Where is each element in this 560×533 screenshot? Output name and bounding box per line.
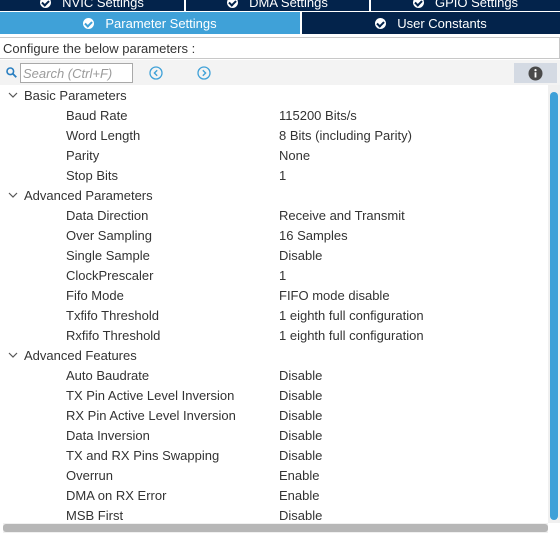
parameter-tree: Basic Parameters Baud Rate 115200 Bits/s…	[0, 85, 548, 525]
top-tab-bar: NVIC Settings DMA Settings GPIO Settings	[0, 0, 560, 11]
param-row-over-sampling[interactable]: Over Sampling 16 Samples	[0, 225, 548, 245]
param-name: Txfifo Threshold	[66, 307, 159, 323]
param-row-data-inversion[interactable]: Data Inversion Disable	[0, 425, 548, 445]
param-name: Stop Bits	[66, 167, 119, 183]
vertical-scroll-thumb[interactable]	[550, 92, 558, 520]
check-circle-icon	[40, 0, 52, 8]
check-circle-icon	[83, 17, 95, 29]
param-name: Word Length	[66, 127, 141, 143]
param-row-fifo-mode[interactable]: Fifo Mode FIFO mode disable	[0, 285, 548, 305]
tab-dma-settings[interactable]: DMA Settings	[186, 0, 371, 11]
param-value[interactable]: Enable	[279, 468, 319, 483]
param-value[interactable]: 1	[279, 168, 286, 183]
param-value[interactable]: Disable	[279, 428, 322, 443]
param-name: DMA on RX Error	[66, 487, 167, 503]
param-name: Overrun	[66, 467, 113, 483]
tab-label: Parameter Settings	[105, 15, 217, 31]
param-row-baud-rate[interactable]: Baud Rate 115200 Bits/s	[0, 105, 548, 125]
check-circle-icon	[412, 0, 424, 8]
param-value[interactable]: 1	[279, 268, 286, 283]
tab-user-constants[interactable]: User Constants	[302, 12, 560, 34]
param-row-single-sample[interactable]: Single Sample Disable	[0, 245, 548, 265]
tab-parameter-settings[interactable]: Parameter Settings	[0, 12, 302, 34]
group-advanced-features[interactable]: Advanced Features	[0, 345, 548, 365]
param-name: Baud Rate	[66, 107, 128, 123]
vertical-scrollbar[interactable]	[548, 85, 560, 523]
tab-label: DMA Settings	[249, 0, 328, 10]
search-input[interactable]	[20, 63, 133, 83]
param-value[interactable]: Disable	[279, 248, 322, 263]
param-value[interactable]: 115200 Bits/s	[279, 108, 357, 123]
param-name: Single Sample	[66, 247, 150, 263]
param-name: Fifo Mode	[66, 287, 124, 303]
param-row-auto-baudrate[interactable]: Auto Baudrate Disable	[0, 365, 548, 385]
horizontal-scrollbar[interactable]	[3, 523, 548, 533]
param-name: Auto Baudrate	[66, 367, 150, 383]
param-row-overrun[interactable]: Overrun Enable	[0, 465, 548, 485]
param-name: Data Direction	[66, 207, 149, 223]
param-value[interactable]: Disable	[279, 388, 322, 403]
tab-gpio-settings[interactable]: GPIO Settings	[371, 0, 560, 11]
param-name: Parity	[66, 147, 100, 163]
info-icon	[528, 66, 543, 80]
info-button[interactable]	[514, 63, 557, 83]
param-value[interactable]: Disable	[279, 408, 322, 423]
param-value[interactable]: None	[279, 148, 310, 163]
tab-nvic-settings[interactable]: NVIC Settings	[0, 0, 186, 11]
group-title: Advanced Features	[24, 347, 137, 363]
chevron-down-icon[interactable]	[8, 350, 18, 360]
param-name: Data Inversion	[66, 427, 150, 443]
group-title: Advanced Parameters	[24, 187, 153, 203]
param-row-parity[interactable]: Parity None	[0, 145, 548, 165]
chevron-left-circle-icon[interactable]	[149, 66, 163, 80]
param-name: TX Pin Active Level Inversion	[66, 387, 235, 403]
param-value[interactable]: Disable	[279, 508, 322, 523]
param-name: Over Sampling	[66, 227, 152, 243]
horizontal-scroll-thumb[interactable]	[3, 524, 548, 532]
param-name: Rxfifo Threshold	[66, 327, 161, 343]
tab-label: User Constants	[397, 15, 487, 31]
param-name: RX Pin Active Level Inversion	[66, 407, 236, 423]
param-row-pins-swapping[interactable]: TX and RX Pins Swapping Disable	[0, 445, 548, 465]
param-name: ClockPrescaler	[66, 267, 154, 283]
chevron-down-icon[interactable]	[8, 190, 18, 200]
param-value[interactable]: Disable	[279, 368, 322, 383]
search-toolbar	[0, 60, 560, 85]
param-value[interactable]: Disable	[279, 448, 322, 463]
param-name: TX and RX Pins Swapping	[66, 447, 220, 463]
check-circle-icon	[375, 17, 387, 29]
search-icon	[6, 67, 17, 78]
tab-label: NVIC Settings	[62, 0, 144, 10]
settings-tab-bar: Parameter Settings User Constants	[0, 12, 560, 34]
param-value[interactable]: FIFO mode disable	[279, 288, 390, 303]
param-row-dma-on-rx-error[interactable]: DMA on RX Error Enable	[0, 485, 548, 505]
param-row-rxfifo-threshold[interactable]: Rxfifo Threshold 1 eighth full configura…	[0, 325, 548, 345]
param-row-msb-first[interactable]: MSB First Disable	[0, 505, 548, 525]
group-advanced-parameters[interactable]: Advanced Parameters	[0, 185, 548, 205]
tab-label: GPIO Settings	[434, 0, 519, 10]
param-value[interactable]: 8 Bits (including Parity)	[279, 128, 412, 143]
check-circle-icon	[227, 0, 239, 8]
param-row-tx-pin-inversion[interactable]: TX Pin Active Level Inversion Disable	[0, 385, 548, 405]
param-value[interactable]: 1 eighth full configuration	[279, 328, 424, 343]
param-value[interactable]: 1 eighth full configuration	[279, 308, 424, 323]
group-title: Basic Parameters	[24, 87, 127, 103]
param-row-rx-pin-inversion[interactable]: RX Pin Active Level Inversion Disable	[0, 405, 548, 425]
param-value[interactable]: 16 Samples	[279, 228, 348, 243]
param-row-txfifo-threshold[interactable]: Txfifo Threshold 1 eighth full configura…	[0, 305, 548, 325]
group-basic-parameters[interactable]: Basic Parameters	[0, 85, 548, 105]
param-row-clock-prescaler[interactable]: ClockPrescaler 1	[0, 265, 548, 285]
chevron-down-icon[interactable]	[8, 90, 18, 100]
chevron-right-circle-icon[interactable]	[197, 66, 211, 80]
param-value[interactable]: Enable	[279, 488, 319, 503]
param-name: MSB First	[66, 507, 124, 523]
param-row-stop-bits[interactable]: Stop Bits 1	[0, 165, 548, 185]
configure-label: Configure the below parameters :	[0, 37, 560, 59]
param-row-word-length[interactable]: Word Length 8 Bits (including Parity)	[0, 125, 548, 145]
param-row-data-direction[interactable]: Data Direction Receive and Transmit	[0, 205, 548, 225]
param-value[interactable]: Receive and Transmit	[279, 208, 405, 223]
